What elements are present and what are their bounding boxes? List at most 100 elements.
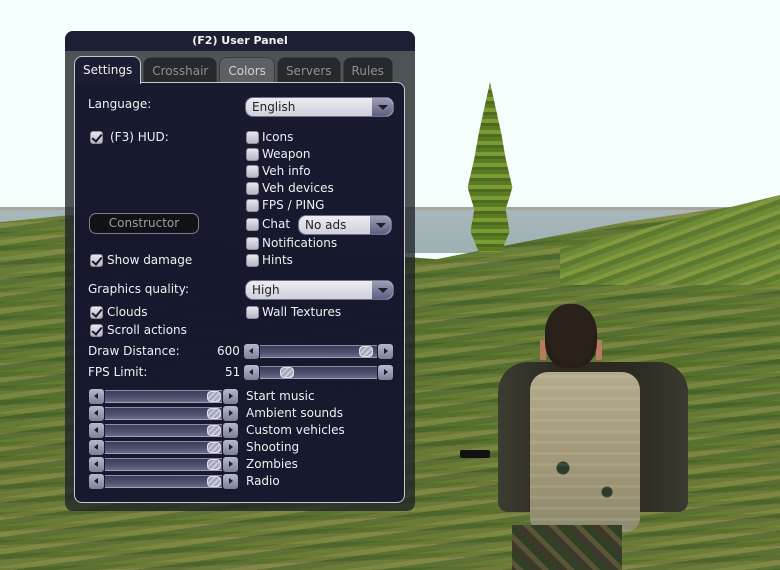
slider-left-arrow-icon[interactable] — [89, 389, 104, 404]
slider-right-arrow-icon[interactable] — [378, 344, 393, 359]
notifications-checkbox[interactable] — [246, 237, 259, 250]
weapon — [460, 450, 490, 458]
weapon-checkbox[interactable] — [246, 148, 259, 161]
clouds-checkbox[interactable] — [90, 306, 103, 319]
slider-thumb[interactable] — [207, 442, 221, 453]
fps-limit-label: FPS Limit: — [88, 365, 148, 379]
hints-checkbox[interactable] — [246, 254, 259, 267]
notifications-label: Notifications — [262, 236, 338, 250]
user-panel: (F2) User Panel Settings Crosshair Color… — [65, 31, 415, 511]
slider-track — [105, 458, 222, 471]
slider-left-arrow-icon[interactable] — [89, 457, 104, 472]
slider-thumb[interactable] — [207, 459, 221, 470]
chat-checkbox[interactable] — [246, 218, 259, 231]
start-music-label: Start music — [246, 389, 315, 403]
slider-thumb[interactable] — [280, 367, 295, 378]
draw-distance-label: Draw Distance: — [88, 344, 180, 358]
slider-right-arrow-icon[interactable] — [223, 474, 238, 489]
draw-distance-slider[interactable] — [244, 344, 393, 359]
hud-label: (F3) HUD: — [110, 130, 169, 144]
icons-label: Icons — [262, 130, 294, 144]
slider-track — [105, 390, 222, 403]
slider-left-arrow-icon[interactable] — [244, 344, 259, 359]
tab-servers[interactable]: Servers — [276, 57, 341, 83]
radio-label: Radio — [246, 474, 280, 488]
tab-rules[interactable]: Rules — [342, 57, 393, 83]
zombies-label: Zombies — [246, 457, 298, 471]
slider-right-arrow-icon[interactable] — [378, 365, 393, 380]
fps-ping-label: FPS / PING — [262, 198, 325, 212]
shooting-label: Shooting — [246, 440, 300, 454]
tab-settings[interactable]: Settings — [74, 56, 142, 84]
custom-vehicles-label: Custom vehicles — [246, 423, 345, 437]
camo-pants — [512, 525, 622, 570]
wall-textures-checkbox[interactable] — [246, 306, 259, 319]
slider-thumb[interactable] — [207, 425, 221, 436]
veh-info-label: Veh info — [262, 164, 311, 178]
slider-track — [260, 366, 377, 379]
wall-textures-label: Wall Textures — [262, 305, 342, 319]
shooting-slider[interactable] — [89, 440, 238, 455]
slider-track — [105, 475, 222, 488]
slider-right-arrow-icon[interactable] — [223, 457, 238, 472]
chevron-down-icon — [372, 281, 393, 299]
slider-thumb[interactable] — [207, 391, 221, 402]
slider-thumb[interactable] — [358, 346, 373, 357]
panel-title: (F2) User Panel — [65, 31, 415, 51]
graphics-quality-value: High — [252, 283, 280, 297]
language-label: Language: — [88, 97, 152, 111]
player-character — [460, 300, 690, 570]
slider-track — [105, 407, 222, 420]
graphics-quality-dropdown[interactable]: High — [245, 280, 394, 300]
clouds-label: Clouds — [107, 305, 148, 319]
constructor-button[interactable]: Constructor — [89, 213, 199, 234]
slider-left-arrow-icon[interactable] — [89, 440, 104, 455]
ambient-sounds-label: Ambient sounds — [246, 406, 344, 420]
weapon-label: Weapon — [262, 147, 311, 161]
scroll-actions-checkbox[interactable] — [90, 324, 103, 337]
slider-right-arrow-icon[interactable] — [223, 406, 238, 421]
icons-checkbox[interactable] — [246, 131, 259, 144]
tab-colors[interactable]: Colors — [219, 57, 275, 83]
veh-devices-label: Veh devices — [262, 181, 334, 195]
scroll-actions-label: Scroll actions — [107, 323, 187, 337]
zombies-slider[interactable] — [89, 457, 238, 472]
graphics-quality-label: Graphics quality: — [88, 282, 190, 296]
slider-right-arrow-icon[interactable] — [223, 440, 238, 455]
fps-ping-checkbox[interactable] — [246, 199, 259, 212]
slider-left-arrow-icon[interactable] — [89, 474, 104, 489]
language-dropdown[interactable]: English — [245, 97, 394, 117]
hints-label: Hints — [262, 253, 293, 267]
chevron-down-icon — [370, 216, 391, 234]
chat-label: Chat — [262, 217, 291, 231]
slider-right-arrow-icon[interactable] — [223, 389, 238, 404]
start-music-slider[interactable] — [89, 389, 238, 404]
veh-info-checkbox[interactable] — [246, 165, 259, 178]
slider-track — [105, 424, 222, 437]
show-damage-checkbox[interactable] — [90, 254, 103, 267]
ambient-sounds-slider[interactable] — [89, 406, 238, 421]
chat-dropdown-value: No ads — [305, 218, 347, 232]
slider-left-arrow-icon[interactable] — [244, 365, 259, 380]
slider-track — [105, 441, 222, 454]
veh-devices-checkbox[interactable] — [246, 182, 259, 195]
show-damage-label: Show damage — [107, 253, 193, 267]
language-value: English — [252, 100, 296, 114]
settings-content: Language: English (F3) HUD: Icons Weapon… — [74, 82, 405, 503]
slider-right-arrow-icon[interactable] — [223, 423, 238, 438]
slider-thumb[interactable] — [207, 408, 221, 419]
slider-left-arrow-icon[interactable] — [89, 423, 104, 438]
slider-thumb[interactable] — [207, 476, 221, 487]
player-head — [545, 304, 597, 368]
tab-bar: Settings Crosshair Colors Servers Rules — [74, 56, 393, 84]
tab-crosshair[interactable]: Crosshair — [143, 57, 218, 83]
radio-slider[interactable] — [89, 474, 238, 489]
chevron-down-icon — [372, 98, 393, 116]
draw-distance-value: 600 — [217, 344, 240, 358]
slider-left-arrow-icon[interactable] — [89, 406, 104, 421]
hud-checkbox[interactable] — [90, 131, 103, 144]
chat-dropdown[interactable]: No ads — [298, 215, 392, 235]
camo-backpack — [530, 372, 640, 532]
custom-vehicles-slider[interactable] — [89, 423, 238, 438]
fps-limit-slider[interactable] — [244, 365, 393, 380]
